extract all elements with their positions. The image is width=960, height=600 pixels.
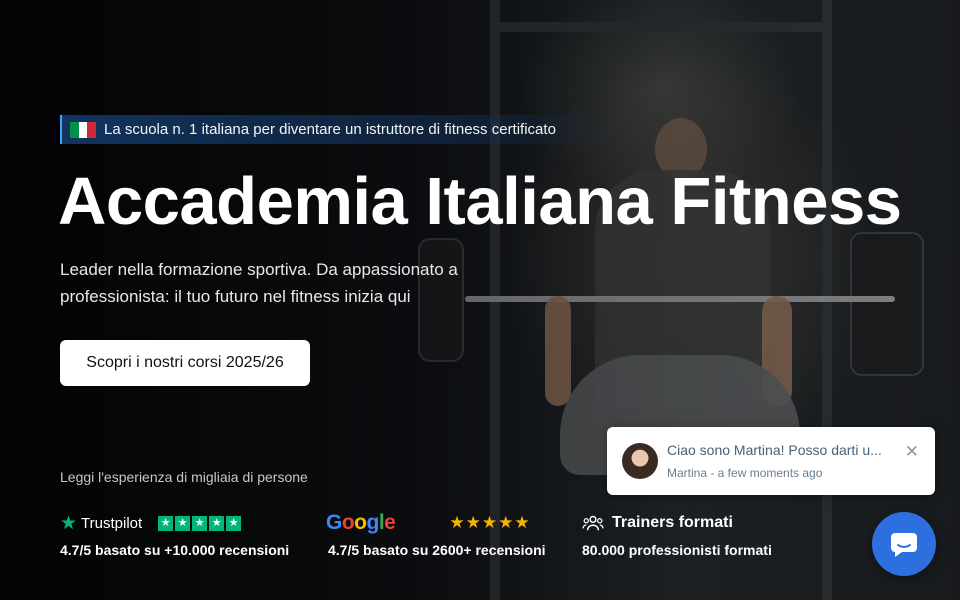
trustpilot-brand: Trustpilot bbox=[81, 514, 143, 532]
google-logo: Google bbox=[326, 511, 396, 534]
flag-stripe-white bbox=[78, 121, 88, 138]
star-icon: ★ bbox=[192, 515, 208, 531]
google-rating-stars: ★★★★★ bbox=[449, 513, 531, 532]
star-icon: ★ bbox=[175, 515, 191, 531]
star-icon: ★ bbox=[158, 515, 174, 531]
close-icon[interactable]: ✕ bbox=[905, 442, 919, 462]
chat-meta: Martina - a few moments ago bbox=[667, 466, 823, 480]
flag-stripe-red bbox=[87, 121, 97, 138]
hero-badge: La scuola n. 1 italiana per diventare un… bbox=[60, 115, 612, 144]
badge-text: La scuola n. 1 italiana per diventare un… bbox=[104, 121, 556, 138]
trainers-caption: 80.000 professionisti formati bbox=[582, 542, 772, 558]
chat-bubble-icon bbox=[891, 533, 917, 557]
google-caption: 4.7/5 basato su 2600+ recensioni bbox=[328, 542, 546, 558]
hero-subtitle: Leader nella formazione sportiva. Da app… bbox=[60, 260, 458, 306]
chat-launcher-button[interactable] bbox=[872, 512, 936, 576]
chat-popup[interactable]: Ciao sono Martina! Posso darti u... Mart… bbox=[607, 427, 935, 495]
trustpilot-caption: 4.7/5 basato su +10.000 recensioni bbox=[60, 542, 290, 558]
chat-message[interactable]: Ciao sono Martina! Posso darti u... bbox=[667, 442, 882, 458]
star-icon: ★ bbox=[209, 515, 225, 531]
discover-courses-button[interactable]: Scopri i nostri corsi 2025/26 bbox=[60, 340, 310, 386]
page-title: Accademia Italiana Fitness bbox=[58, 164, 902, 239]
trustpilot-logo: ★ Trustpilot bbox=[60, 512, 142, 535]
google-review[interactable]: Google ★★★★★ 4.7/5 basato su 2600+ recen… bbox=[326, 510, 546, 558]
trustpilot-rating-stars: ★ ★ ★ ★ ★ bbox=[158, 515, 242, 531]
star-icon: ★ bbox=[226, 515, 242, 531]
people-icon bbox=[582, 515, 604, 531]
reviews-intro: Leggi l'esperienza di migliaia di person… bbox=[60, 469, 308, 485]
trustpilot-review[interactable]: ★ Trustpilot ★ ★ ★ ★ ★ 4.7/5 basato su +… bbox=[60, 510, 290, 559]
avatar bbox=[622, 443, 658, 479]
trustpilot-star-icon: ★ bbox=[60, 512, 78, 534]
trainers-title: Trainers formati bbox=[612, 514, 733, 531]
flag-stripe-green bbox=[70, 121, 79, 138]
italy-flag-icon bbox=[70, 121, 97, 138]
trainers-stat: Trainers formati 80.000 professionisti f… bbox=[582, 510, 772, 558]
